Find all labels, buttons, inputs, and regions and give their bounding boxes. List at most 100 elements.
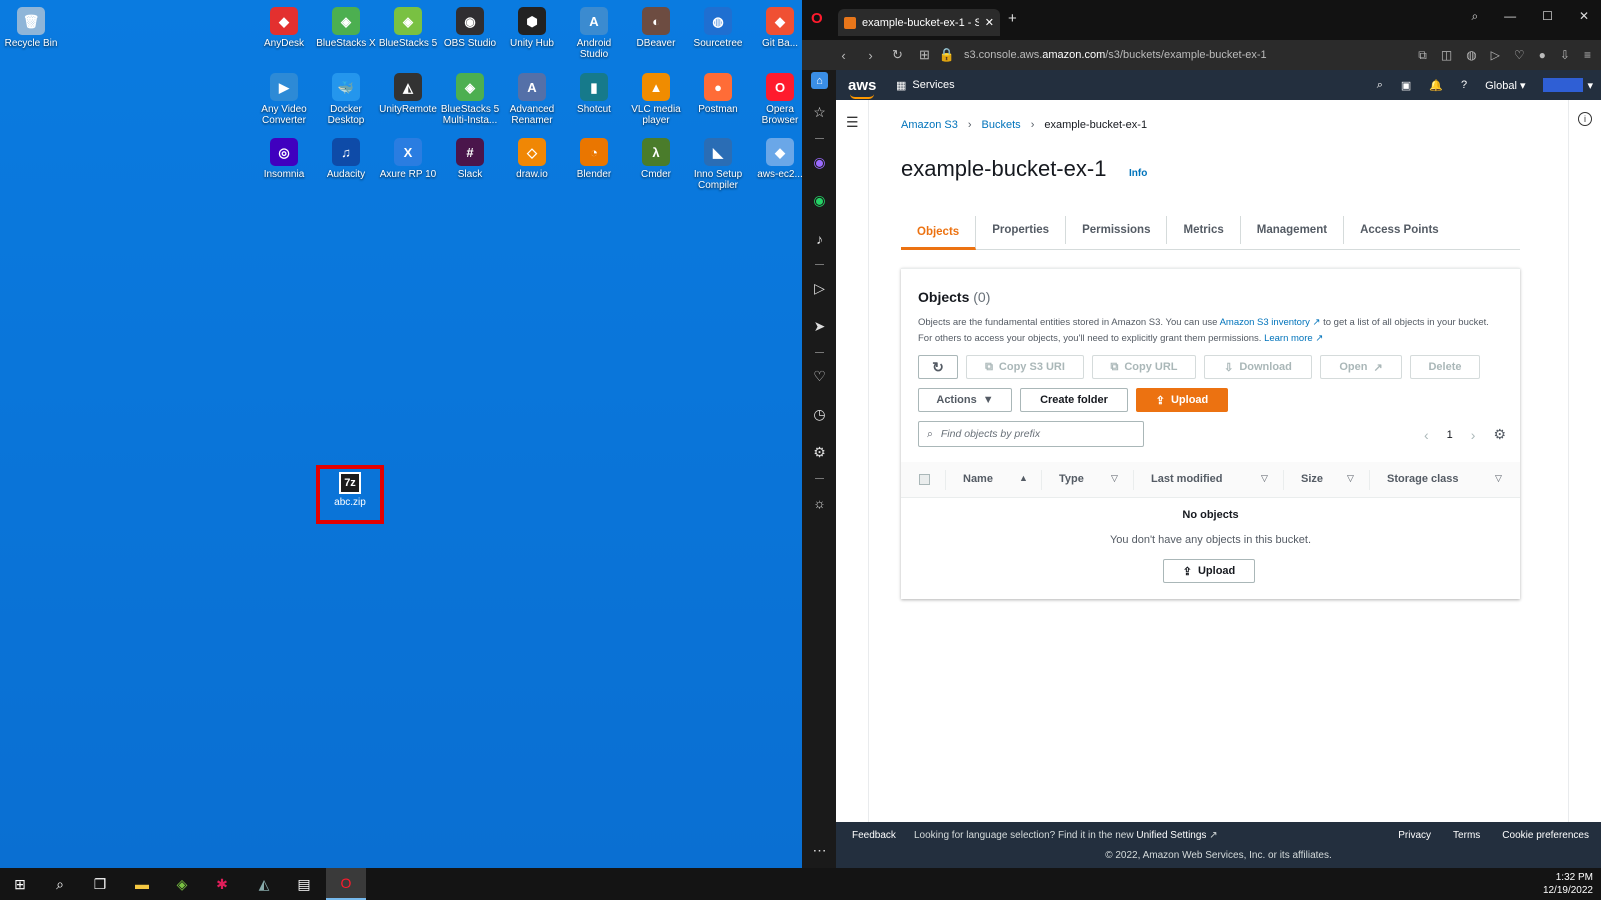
- privacy-link[interactable]: Privacy: [1398, 830, 1431, 841]
- sort-icon[interactable]: ▽: [1261, 473, 1268, 484]
- settings-icon[interactable]: ⚙: [811, 444, 828, 461]
- menu-icon[interactable]: ≡: [1584, 48, 1591, 63]
- notepad-taskbar-icon[interactable]: ▤: [284, 868, 324, 900]
- tab-permissions[interactable]: Permissions: [1066, 216, 1168, 244]
- desktop-icon[interactable]: 🗑 Recycle Bin: [0, 5, 62, 49]
- desktop-icon[interactable]: ▶ Any Video Converter: [253, 71, 315, 126]
- refresh-button[interactable]: ↻: [918, 355, 958, 379]
- close-tab-icon[interactable]: ✕: [985, 16, 994, 29]
- opera-taskbar-icon[interactable]: O: [326, 868, 366, 900]
- more-icon[interactable]: ⋯: [811, 842, 828, 859]
- prev-page-icon[interactable]: ‹: [1424, 427, 1429, 443]
- copy-url-button[interactable]: ⧉ Copy URL: [1092, 355, 1196, 379]
- heart-icon[interactable]: ♡: [1514, 48, 1525, 63]
- select-all-checkbox[interactable]: [919, 474, 930, 485]
- tab-management[interactable]: Management: [1241, 216, 1345, 244]
- hamburger-menu-icon[interactable]: ☰: [846, 114, 859, 131]
- download-icon[interactable]: ⇩: [1560, 48, 1570, 63]
- desktop-icon[interactable]: ▮ Shotcut: [563, 71, 625, 115]
- account-menu[interactable]: ▾: [1543, 78, 1593, 92]
- maximize-icon[interactable]: ☐: [1542, 9, 1553, 24]
- slack-taskbar-icon[interactable]: ✱: [202, 868, 242, 900]
- terms-link[interactable]: Terms: [1453, 830, 1480, 841]
- breadcrumb-buckets[interactable]: Buckets: [982, 119, 1021, 131]
- sort-icon[interactable]: ▽: [1347, 473, 1354, 484]
- desktop-icon[interactable]: ◐ DBeaver: [625, 5, 687, 49]
- search-tabs-icon[interactable]: ⌕: [1471, 9, 1478, 24]
- tabs-grid-icon[interactable]: ⊞: [911, 47, 938, 63]
- sort-icon[interactable]: ▽: [1495, 473, 1502, 484]
- tiktok-icon[interactable]: ♪: [811, 230, 828, 247]
- desktop-icon[interactable]: ◉ OBS Studio: [439, 5, 501, 49]
- search-icon[interactable]: ⌕: [40, 868, 80, 900]
- sort-icon[interactable]: ▽: [1111, 473, 1118, 484]
- empty-upload-button[interactable]: ⇪ Upload: [1163, 559, 1255, 583]
- tab-s3-bucket[interactable]: example-bucket-ex-1 - S3 b ✕: [838, 9, 1000, 36]
- desktop-icon-abc-zip[interactable]: 7z abc.zip: [332, 472, 368, 508]
- reload-icon[interactable]: ↻: [884, 47, 911, 63]
- tab-access-points[interactable]: Access Points: [1344, 216, 1455, 244]
- profile-icon[interactable]: ●: [1539, 48, 1546, 63]
- desktop-icon[interactable]: ● Postman: [687, 71, 749, 115]
- info-link[interactable]: Info: [1129, 168, 1147, 179]
- desktop-icon[interactable]: ◭ UnityRemote: [377, 71, 439, 115]
- desktop-icon[interactable]: ◇ draw.io: [501, 136, 563, 180]
- tab-properties[interactable]: Properties: [976, 216, 1067, 244]
- tab-metrics[interactable]: Metrics: [1167, 216, 1241, 244]
- desktop-icon[interactable]: ▲ VLC media player: [625, 71, 687, 126]
- forward-icon[interactable]: ›: [857, 48, 884, 63]
- bluestacks-taskbar-icon[interactable]: ◈: [162, 868, 202, 900]
- sort-asc-icon[interactable]: ▲: [1019, 473, 1028, 483]
- extension-icon[interactable]: ⧉: [1418, 48, 1427, 63]
- desktop-icon[interactable]: ◈ BlueStacks 5: [377, 5, 439, 49]
- desktop-icon[interactable]: 🐳 Docker Desktop: [315, 71, 377, 126]
- col-size[interactable]: Size: [1301, 473, 1323, 485]
- shield-icon[interactable]: ◍: [1466, 48, 1476, 63]
- close-window-icon[interactable]: ✕: [1579, 9, 1589, 24]
- bell-icon[interactable]: 🔔: [1429, 79, 1443, 92]
- desktop-icon[interactable]: A Advanced Renamer: [501, 71, 563, 126]
- help-icon[interactable]: ?: [1461, 79, 1467, 91]
- unified-settings-link[interactable]: Unified Settings: [1136, 830, 1206, 841]
- send-icon[interactable]: ➤: [811, 318, 828, 335]
- region-selector[interactable]: Global ▾: [1485, 79, 1525, 92]
- lightbulb-icon[interactable]: ☼: [811, 494, 828, 511]
- desktop-icon[interactable]: ♫ Audacity: [315, 136, 377, 180]
- upload-button[interactable]: ⇪ Upload: [1136, 388, 1228, 412]
- delete-button[interactable]: Delete: [1410, 355, 1480, 379]
- new-tab-icon[interactable]: +: [1008, 10, 1017, 27]
- cookie-preferences-link[interactable]: Cookie preferences: [1502, 830, 1589, 841]
- desktop-icon[interactable]: A Android Studio: [563, 5, 625, 60]
- desktop-icon[interactable]: λ Cmder: [625, 136, 687, 180]
- learn-more-link[interactable]: Learn more: [1264, 333, 1313, 344]
- file-explorer-icon[interactable]: ▬: [122, 868, 162, 900]
- desktop-icon[interactable]: ◔ Blender: [563, 136, 625, 180]
- col-name[interactable]: Name: [963, 473, 993, 485]
- unity-taskbar-icon[interactable]: ◭: [244, 868, 284, 900]
- url-field[interactable]: s3.console.aws.amazon.com/s3/buckets/exa…: [964, 49, 1267, 61]
- page-number[interactable]: 1: [1447, 429, 1453, 441]
- desktop-icon[interactable]: ◈ BlueStacks X: [315, 5, 377, 49]
- s3-inventory-link[interactable]: Amazon S3 inventory: [1220, 317, 1310, 328]
- star-icon[interactable]: ☆: [811, 104, 828, 121]
- cloudshell-icon[interactable]: ▣: [1401, 79, 1411, 92]
- play-icon[interactable]: ▷: [1491, 48, 1500, 63]
- desktop-icon[interactable]: ◎ Insomnia: [253, 136, 315, 180]
- desktop-icon[interactable]: # Slack: [439, 136, 501, 180]
- tab-objects[interactable]: Objects: [901, 216, 977, 250]
- system-clock[interactable]: 1:32 PM 12/19/2022: [1543, 871, 1593, 897]
- history-icon[interactable]: ◷: [811, 406, 828, 423]
- create-folder-button[interactable]: Create folder: [1020, 388, 1128, 412]
- whatsapp-icon[interactable]: ◉: [811, 192, 828, 209]
- messenger-icon[interactable]: ◉: [811, 154, 828, 171]
- services-menu[interactable]: ▦ Services: [896, 79, 955, 92]
- desktop-icon[interactable]: ◈ BlueStacks 5 Multi-Insta...: [439, 71, 501, 126]
- download-button[interactable]: ⇩ Download: [1204, 355, 1312, 379]
- desktop-icon[interactable]: X Axure RP 10: [377, 136, 439, 180]
- col-last-modified[interactable]: Last modified: [1151, 473, 1223, 485]
- feedback-link[interactable]: Feedback: [852, 830, 896, 841]
- desktop-icon[interactable]: ⬢ Unity Hub: [501, 5, 563, 49]
- desktop-icon[interactable]: ◆ AnyDesk: [253, 5, 315, 49]
- search-input[interactable]: ⌕ Find objects by prefix: [918, 421, 1144, 447]
- camera-icon[interactable]: ◫: [1441, 48, 1452, 63]
